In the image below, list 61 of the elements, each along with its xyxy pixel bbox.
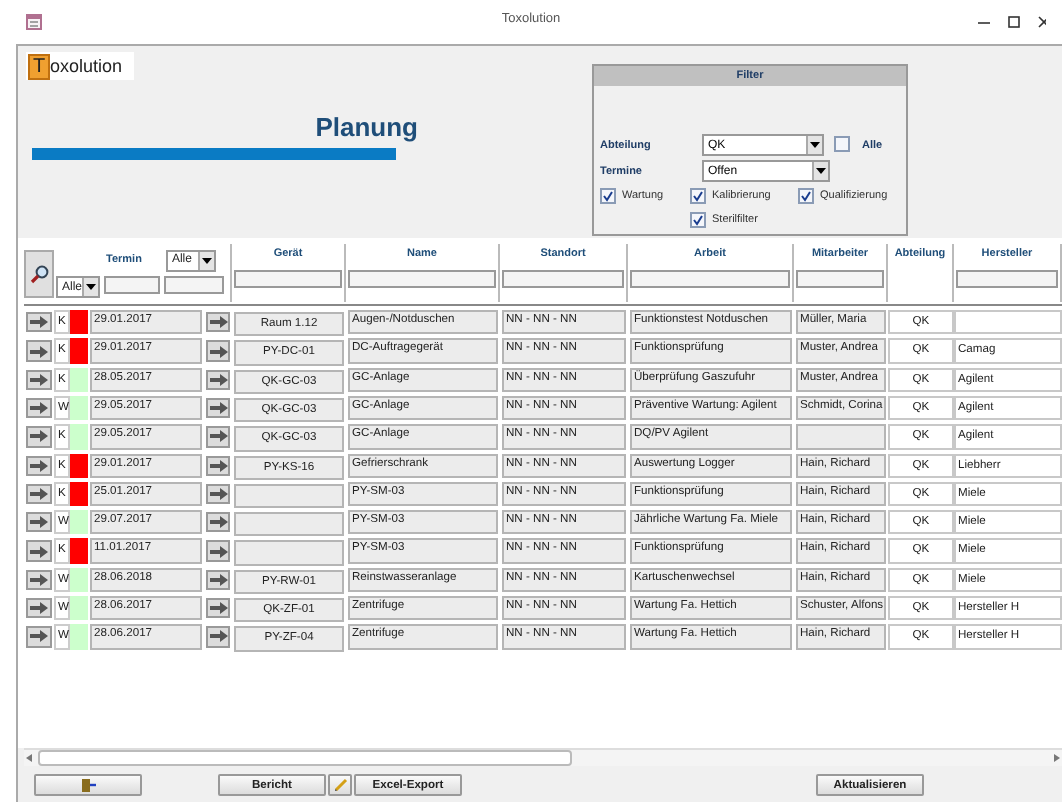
table-cell — [796, 424, 886, 450]
pencil-icon — [333, 778, 347, 792]
open-button[interactable] — [26, 426, 52, 448]
filter-field[interactable] — [234, 270, 342, 289]
page-title: Planung — [315, 112, 418, 142]
open-button[interactable] — [206, 426, 230, 448]
open-button[interactable] — [26, 598, 52, 619]
filter-field[interactable] — [348, 270, 496, 289]
filter-field[interactable] — [164, 276, 224, 295]
open-button[interactable] — [206, 512, 230, 533]
open-button[interactable] — [206, 540, 230, 562]
open-button[interactable] — [26, 455, 52, 476]
edit-button[interactable] — [328, 774, 352, 796]
open-button[interactable] — [206, 626, 230, 648]
open-button[interactable] — [26, 397, 52, 419]
maximize-icon[interactable] — [1008, 16, 1020, 28]
caret-icon — [810, 142, 820, 148]
caret-icon — [816, 168, 826, 174]
checkbox[interactable] — [798, 188, 814, 204]
open-button[interactable] — [206, 397, 230, 419]
open-button[interactable] — [26, 540, 52, 562]
table-cell — [234, 540, 344, 566]
close-icon[interactable] — [1038, 16, 1046, 28]
scrollbar[interactable] — [24, 748, 1062, 766]
open-button[interactable] — [206, 569, 230, 591]
scroll-right-icon[interactable] — [1054, 754, 1060, 762]
open-button[interactable] — [26, 340, 52, 362]
open-button[interactable] — [26, 626, 52, 648]
search-icon — [29, 264, 49, 285]
open-button[interactable] — [206, 312, 230, 333]
minimize-icon[interactable] — [978, 16, 990, 28]
filter-field[interactable] — [630, 270, 790, 289]
open-button[interactable] — [26, 369, 52, 390]
open-button[interactable] — [206, 455, 230, 476]
open-button[interactable] — [206, 598, 230, 619]
table-cell — [234, 483, 344, 509]
open-button[interactable] — [26, 512, 52, 533]
open-button[interactable] — [206, 369, 230, 390]
table-cell — [234, 512, 344, 537]
checkbox[interactable] — [690, 188, 706, 204]
open-button[interactable] — [26, 483, 52, 505]
app-icon — [26, 14, 42, 30]
filter-field[interactable] — [956, 270, 1058, 289]
filter-button[interactable] — [24, 250, 54, 299]
checkbox[interactable] — [690, 212, 706, 228]
caret-icon — [201, 257, 212, 264]
filter-field[interactable] — [502, 270, 624, 289]
open-button[interactable] — [26, 312, 52, 333]
open-button[interactable] — [206, 483, 230, 505]
door-icon — [80, 778, 96, 792]
logo: T oxolution — [26, 52, 134, 80]
checkbox[interactable] — [600, 188, 616, 204]
checkbox[interactable] — [834, 135, 850, 151]
exit-button[interactable] — [34, 774, 142, 796]
caret-icon — [86, 284, 96, 291]
open-button[interactable] — [206, 340, 230, 362]
filter-field[interactable] — [796, 270, 884, 289]
open-button[interactable] — [26, 569, 52, 591]
scroll-thumb[interactable] — [38, 750, 572, 766]
scroll-left-icon[interactable] — [26, 754, 32, 762]
filter-field[interactable] — [104, 276, 160, 295]
